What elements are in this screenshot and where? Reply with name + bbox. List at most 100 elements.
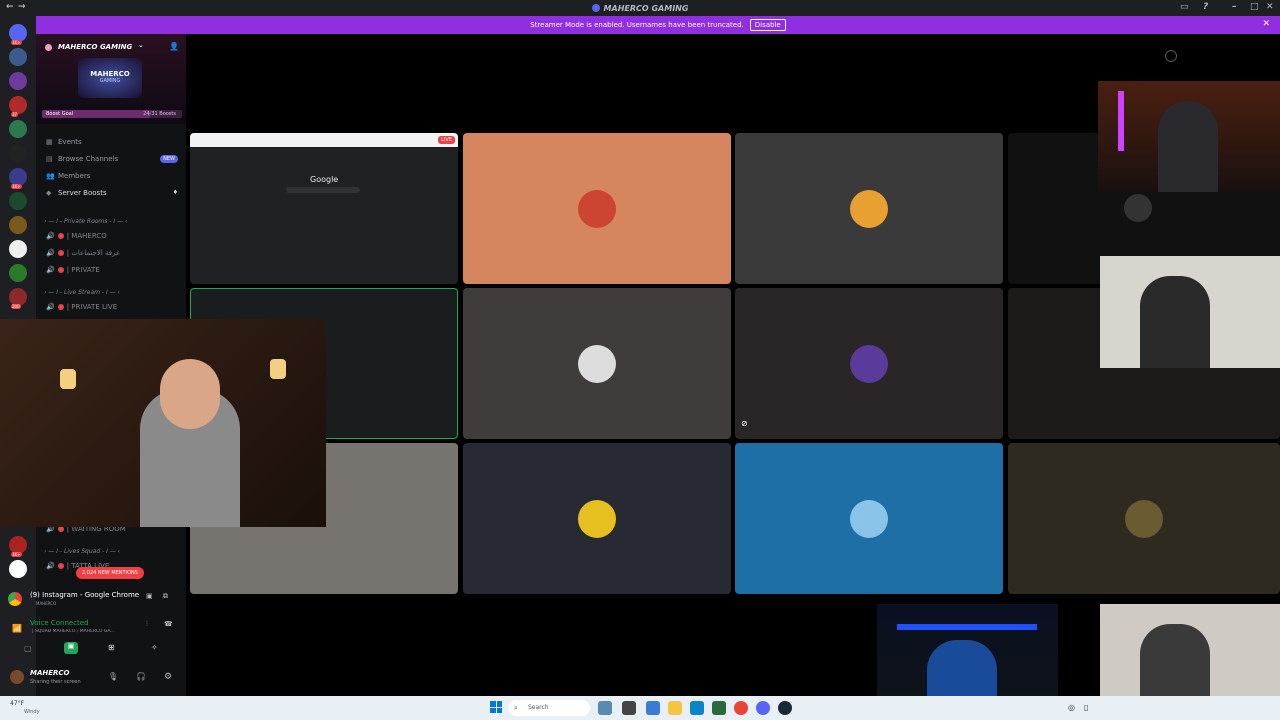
activity-panel: (9) Instagram - Google Chrome MAHERCO ▣ … xyxy=(6,588,186,614)
rgb-light xyxy=(1118,91,1124,151)
server-icon[interactable] xyxy=(9,192,27,210)
channel-meeting-room[interactable]: 🔊 | غرفة الاجتماعات xyxy=(46,249,120,257)
stream-settings-icon[interactable]: ▣ xyxy=(146,592,153,600)
server-icon[interactable]: 1K+ xyxy=(9,536,27,557)
participant-tile[interactable] xyxy=(463,443,731,594)
avatar xyxy=(578,499,616,538)
browser-toolbar xyxy=(190,133,458,147)
new-mentions-pill[interactable]: 2,024 NEW MENTIONS xyxy=(76,567,144,579)
person xyxy=(1140,276,1210,368)
server-icon[interactable] xyxy=(9,120,27,138)
steam-icon[interactable] xyxy=(778,701,792,715)
calendar-icon: ▦ xyxy=(46,138,53,146)
channel-status-icon xyxy=(57,563,64,569)
channel-maherco[interactable]: 🔊 | MAHERCO xyxy=(46,232,107,240)
avatar[interactable] xyxy=(10,670,24,684)
help-icon[interactable]: ? xyxy=(1203,2,1208,12)
maximize-icon[interactable]: □ xyxy=(1250,2,1259,12)
server-icon[interactable] xyxy=(9,240,27,258)
new-badge: NEW xyxy=(160,155,178,163)
app-icon[interactable] xyxy=(712,701,726,715)
google-logo: Google xyxy=(310,175,339,184)
participant-tile[interactable] xyxy=(735,443,1003,594)
invite-icon[interactable]: 👤 xyxy=(169,42,179,51)
discord-icon[interactable] xyxy=(756,701,770,715)
server-logo: MAHERCO GAMING xyxy=(78,58,142,98)
server-icon[interactable]: 1K+ xyxy=(9,168,27,189)
nav-server-boosts[interactable]: ◆ Server Boosts ♦ xyxy=(46,189,178,197)
server-icon[interactable] xyxy=(9,48,27,66)
participant-tile[interactable] xyxy=(463,288,731,439)
speaker-icon: 🔊 xyxy=(46,303,55,311)
edge-icon[interactable] xyxy=(690,701,704,715)
banner-text: Streamer Mode is enabled. Usernames have… xyxy=(530,21,744,29)
folder-icon[interactable] xyxy=(668,701,682,715)
channel-private-live[interactable]: 🔊 | PRIVATE LIVE xyxy=(46,303,117,311)
speaker-icon: 🔊 xyxy=(46,232,55,240)
boost-goal-label: Boost Goal xyxy=(46,111,74,117)
popout-icon[interactable]: ⧉ xyxy=(163,592,168,601)
inbox-icon[interactable]: ▭ xyxy=(1180,2,1189,12)
server-icon[interactable] xyxy=(9,216,27,234)
boost-goal-bar[interactable]: Boost Goal 24/31 Boosts xyxy=(42,110,182,118)
streamer-mode-banner: Streamer Mode is enabled. Usernames have… xyxy=(36,16,1280,34)
screen-share-tile[interactable]: LIVE Google xyxy=(190,133,458,284)
weather-temp[interactable]: 47°F xyxy=(10,700,24,707)
channel-private[interactable]: 🔊 | PRIVATE xyxy=(46,266,100,274)
nav-browse-channels[interactable]: ▤ Browse Channels NEW xyxy=(46,155,178,163)
activities-icon[interactable]: ⊞ xyxy=(108,643,115,652)
task-view-icon[interactable] xyxy=(622,701,636,715)
close-window-icon[interactable]: ✕ xyxy=(1266,2,1274,12)
battery-icon[interactable]: ▯ xyxy=(1084,703,1088,712)
channel-status-icon xyxy=(57,233,64,239)
server-name[interactable]: MAHERCO GAMING xyxy=(58,43,132,51)
chevron-down-icon[interactable]: ⌄ xyxy=(138,41,144,49)
category-lives-squad[interactable]: › — I - Lives Squad - I — ‹ xyxy=(44,548,120,555)
google-search-box xyxy=(286,187,360,193)
disconnect-icon[interactable]: ☎ xyxy=(164,620,173,628)
channel-status-icon xyxy=(57,250,64,256)
tray-icon[interactable]: ◎ xyxy=(1068,703,1075,712)
taskbar-search[interactable]: ⌕ Search xyxy=(508,700,590,716)
server-icon[interactable] xyxy=(9,264,27,282)
chrome-icon[interactable] xyxy=(734,701,748,715)
headphones-icon[interactable]: 🎧 xyxy=(136,672,146,681)
participant-tile[interactable] xyxy=(463,133,731,284)
windows-start-icon[interactable] xyxy=(490,701,502,713)
nav-events[interactable]: ▦ Events xyxy=(46,138,82,146)
title-bar: MAHERCO GAMING ← → ▭ ? – □ ✕ xyxy=(0,0,1280,16)
disable-button[interactable]: Disable xyxy=(749,19,786,31)
server-icon[interactable] xyxy=(9,72,27,90)
back-icon[interactable]: ← xyxy=(6,2,14,12)
screen-share-icon[interactable]: ▣ xyxy=(64,642,78,654)
voice-status[interactable]: Voice Connected xyxy=(30,619,89,627)
soundboard-icon[interactable]: ✧ xyxy=(151,643,158,652)
category-private-rooms[interactable]: › — I - Private Rooms - I — ‹ xyxy=(44,218,127,225)
participant-tile[interactable]: ⊘ xyxy=(735,288,1003,439)
add-server-icon[interactable] xyxy=(9,560,27,578)
server-badge-icon xyxy=(45,44,52,51)
widgets-icon[interactable] xyxy=(598,701,612,715)
server-banner[interactable]: MAHERCO GAMING ⌄ 👤 MAHERCO GAMING Boost … xyxy=(36,34,186,124)
store-icon[interactable] xyxy=(646,701,660,715)
weather-desc: Windy xyxy=(24,709,40,715)
server-icon[interactable] xyxy=(9,144,27,162)
server-icon[interactable]: 37 xyxy=(9,96,27,117)
noise-suppression-icon[interactable]: ⫶ xyxy=(146,620,148,629)
close-banner-icon[interactable]: ✕ xyxy=(1262,19,1270,29)
participant-tile[interactable] xyxy=(1008,443,1280,594)
participant-tile[interactable] xyxy=(735,133,1003,284)
gear-icon[interactable]: ⚙ xyxy=(164,672,172,682)
lamp-light xyxy=(270,359,286,379)
nav-members[interactable]: 👥 Members xyxy=(46,172,90,180)
forward-icon[interactable]: → xyxy=(18,2,26,12)
browse-icon: ▤ xyxy=(46,155,53,163)
voice-panel: 📶 Voice Connected | SQUAD MAHERCO / MAHE… xyxy=(6,616,186,660)
webcam-overlay-main xyxy=(0,319,326,527)
microphone-icon[interactable]: 🎙 xyxy=(108,672,118,681)
camera-icon[interactable]: ▢ xyxy=(24,644,32,653)
home-icon[interactable]: 1K+ xyxy=(9,24,27,45)
minimize-icon[interactable]: – xyxy=(1232,2,1237,12)
category-live-stream[interactable]: › — I - Live Stream - I — ‹ xyxy=(44,289,120,296)
server-icon[interactable]: 200 xyxy=(9,288,27,309)
